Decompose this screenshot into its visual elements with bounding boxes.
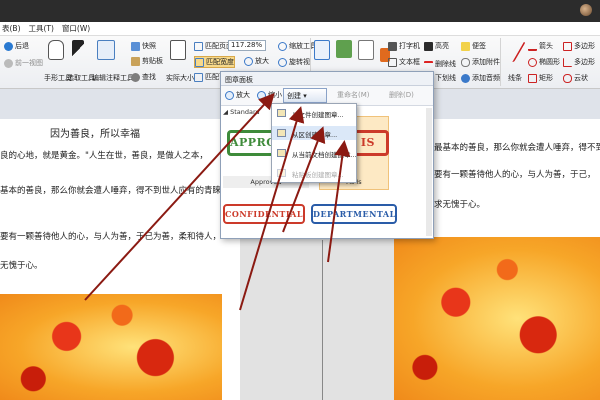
menu-bar: 表(B) 工具(T) 窗口(W): [0, 22, 600, 36]
paragraph-line: 最基本的善良，那么你就会遭人唾弃，得不到: [434, 143, 600, 153]
image-icon: [336, 40, 352, 58]
stamp-panel-title: 图章面板: [221, 72, 433, 86]
paragraph-line: 要有一颗善待他人的心，与人为善，于己，: [434, 170, 596, 180]
highlight-icon: [424, 41, 433, 51]
document-page-left[interactable]: 因为善良，所以幸福 良的心地，就是黄金。"人生在世，善良，是做人之本， 基本的善…: [0, 119, 240, 400]
menu-table[interactable]: 表(B): [2, 23, 21, 34]
back-icon: [4, 41, 13, 51]
annotate-edit-icon: [97, 40, 115, 60]
fit-width-icon: [195, 57, 204, 67]
ellipse-button[interactable]: 椭圆形: [528, 57, 560, 67]
line-button[interactable]: 线条: [508, 73, 522, 83]
page-heading: 因为善良，所以幸福: [50, 129, 140, 140]
typewriter-icon: [388, 41, 397, 51]
highlight-button[interactable]: 高亮: [424, 41, 449, 51]
paragraph-line: 要有一颗善待他人的心，与人为善，于己为善，柔和待人，: [0, 232, 222, 242]
cloud-icon: [563, 73, 572, 83]
title-bar: [0, 0, 600, 22]
create-stamp-button[interactable]: 创建 ▾: [283, 88, 327, 103]
actual-size-icon: [170, 40, 186, 60]
arrow-button[interactable]: 箭头: [528, 41, 553, 51]
panel-scrollbar[interactable]: [426, 108, 432, 236]
polygon-button[interactable]: 多边形: [563, 41, 595, 51]
page-divider: [322, 240, 323, 400]
rectangle-button[interactable]: 矩形: [528, 73, 553, 83]
edit-annotation-button[interactable]: 编辑注释工具: [92, 73, 134, 83]
zoom-in-icon: [225, 90, 234, 100]
arrow-icon: [528, 42, 537, 51]
search-icon: [131, 72, 140, 82]
ellipse-icon: [528, 57, 537, 67]
textbox-icon: [388, 57, 397, 67]
typewriter-t-icon: [314, 40, 330, 60]
zoom-select[interactable]: 117.28%: [228, 40, 266, 51]
previous-view-icon: [4, 58, 13, 68]
menu-item-paste[interactable]: 粘贴板创建图章...: [272, 166, 356, 180]
textbox-button[interactable]: 文本框: [388, 57, 420, 67]
polygon-icon: [563, 41, 572, 51]
cloud-button[interactable]: 云状: [563, 73, 588, 83]
strikeout-icon: [424, 61, 433, 70]
camera-icon: [131, 41, 140, 51]
pen-icon: [358, 40, 374, 60]
menu-item-from-file[interactable]: 从文件创建图章...: [272, 106, 356, 120]
fit-visible-icon: [194, 72, 203, 82]
zoom-in-button[interactable]: 放大: [244, 56, 269, 66]
avatar[interactable]: [580, 4, 592, 16]
clipboard-icon: [277, 129, 286, 137]
paperclip-icon: [461, 57, 470, 67]
fit-page-icon: [194, 41, 203, 51]
zoom-in-icon: [244, 56, 253, 66]
departmental-stamp[interactable]: DEPARTMENTAL: [311, 204, 397, 224]
menu-item-from-document[interactable]: 从当前文档创建图章...: [272, 146, 357, 160]
folder-icon: [277, 109, 286, 117]
polyline-button[interactable]: 多边形: [563, 57, 595, 67]
paragraph-line: 良的心地，就是黄金。"人生在世，善良，是做人之本，: [0, 151, 208, 161]
previous-view-button[interactable]: 前一视图: [4, 58, 43, 68]
select-tool-button[interactable]: 选取工具: [67, 73, 95, 83]
select-cursor-icon: [72, 40, 84, 60]
hand-icon: [48, 40, 64, 60]
typewriter-button[interactable]: 打字机: [388, 41, 420, 51]
confidential-stamp[interactable]: CONFIDENTIAL: [223, 204, 305, 224]
paragraph-line: 无愧于心。: [0, 261, 43, 271]
ribbon-separator: [500, 38, 501, 86]
zoom-out-icon: [257, 90, 266, 100]
paragraph-line: 求无愧于心。: [434, 200, 486, 210]
clipboard-button[interactable]: 剪贴板: [131, 56, 163, 66]
stamp-category[interactable]: ◢ Standard: [223, 108, 260, 116]
attach-file-button[interactable]: 添加附件: [461, 57, 500, 67]
rectangle-icon: [528, 73, 537, 83]
paste-icon: [277, 169, 286, 177]
back-button[interactable]: 后退: [4, 41, 29, 51]
maple-leaves-image: [0, 294, 222, 400]
strikeout-button[interactable]: 删除线: [424, 57, 456, 70]
maple-leaves-image: [394, 237, 600, 400]
rotate-icon: [278, 57, 287, 67]
note-button[interactable]: 便签: [461, 41, 486, 51]
speaker-icon: [461, 73, 470, 83]
rename-button[interactable]: 重命名(M): [337, 90, 370, 100]
menu-window[interactable]: 窗口(W): [62, 23, 90, 34]
actual-size-button[interactable]: 实际大小: [166, 73, 194, 83]
panel-zoom-in-button[interactable]: 放大: [225, 90, 250, 100]
fit-width-button[interactable]: 匹配宽度: [194, 56, 235, 68]
add-audio-button[interactable]: 添加音频: [461, 73, 500, 83]
clipboard-icon: [131, 56, 140, 66]
menu-item-from-clipboard[interactable]: 从区创建图章...: [272, 126, 356, 140]
snapshot-button[interactable]: 快照: [131, 41, 156, 51]
find-button[interactable]: 查找: [131, 72, 156, 82]
delete-button[interactable]: 删除(D): [389, 90, 414, 100]
note-icon: [461, 41, 470, 51]
zoom-tool-button[interactable]: 缩放工具: [278, 41, 317, 51]
create-stamp-menu: 从文件创建图章... 从区创建图章... 从当前文档创建图章... 粘贴板创建图…: [271, 103, 357, 183]
polyline-icon: [563, 57, 572, 67]
line-icon: [500, 42, 526, 62]
menu-tools[interactable]: 工具(T): [29, 23, 54, 34]
rotate-view-button[interactable]: 旋转视: [278, 57, 310, 67]
paragraph-line: 基本的善良，那么你就会遭人唾弃，得不到世人应有的青睐: [0, 186, 222, 196]
document-icon: [277, 149, 286, 157]
magnifier-icon: [278, 41, 287, 51]
panel-zoom-out-button[interactable]: 缩小: [257, 90, 282, 100]
